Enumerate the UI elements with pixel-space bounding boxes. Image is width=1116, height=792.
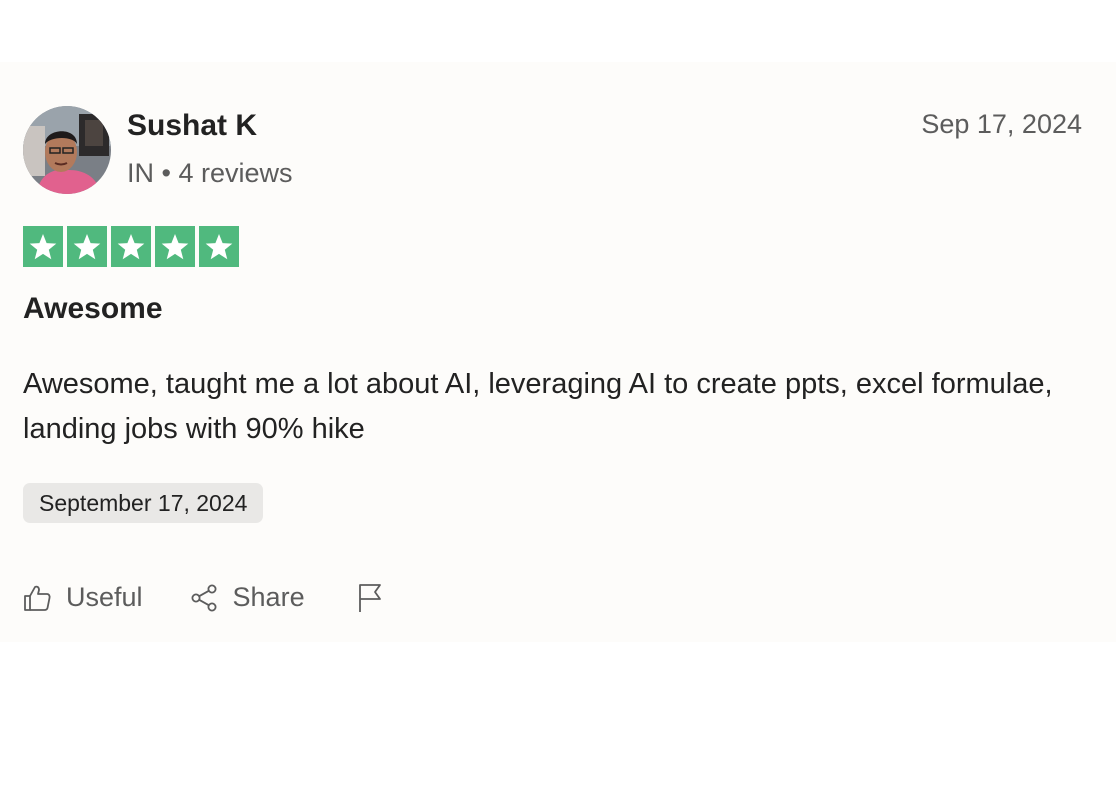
useful-button[interactable]: Useful	[22, 582, 143, 613]
meta-separator: •	[161, 158, 171, 188]
star-3	[111, 226, 151, 267]
reviewer-review-count: 4 reviews	[178, 158, 293, 188]
review-date: Sep 17, 2024	[921, 109, 1082, 139]
star-4	[155, 226, 195, 267]
reviewer-meta: IN • 4 reviews	[127, 158, 293, 189]
review-actions: Useful Share	[22, 582, 385, 613]
star-icon	[73, 233, 101, 259]
review-title[interactable]: Awesome	[23, 292, 163, 326]
thumbs-up-icon	[24, 585, 51, 611]
report-button[interactable]	[355, 583, 385, 613]
share-button[interactable]: Share	[189, 582, 305, 613]
star-icon	[117, 233, 145, 259]
reviewer-name[interactable]: Sushat K	[127, 109, 257, 143]
star-rating	[23, 226, 239, 267]
share-icon	[191, 584, 217, 611]
avatar-image	[23, 106, 111, 194]
useful-label: Useful	[66, 582, 143, 612]
avatar[interactable]	[23, 106, 111, 194]
review-card: Sushat K IN • 4 reviews Sep 17, 2024 Awe…	[0, 62, 1116, 642]
star-icon	[161, 233, 189, 259]
star-2	[67, 226, 107, 267]
star-icon	[205, 233, 233, 259]
review-body: Awesome, taught me a lot about AI, lever…	[23, 368, 1053, 445]
star-1	[23, 226, 63, 267]
date-of-experience-badge: September 17, 2024	[23, 483, 264, 523]
reviewer-country: IN	[127, 158, 154, 188]
flag-icon	[358, 583, 381, 612]
star-5	[199, 226, 239, 267]
star-icon	[29, 233, 57, 259]
share-label: Share	[232, 582, 305, 612]
